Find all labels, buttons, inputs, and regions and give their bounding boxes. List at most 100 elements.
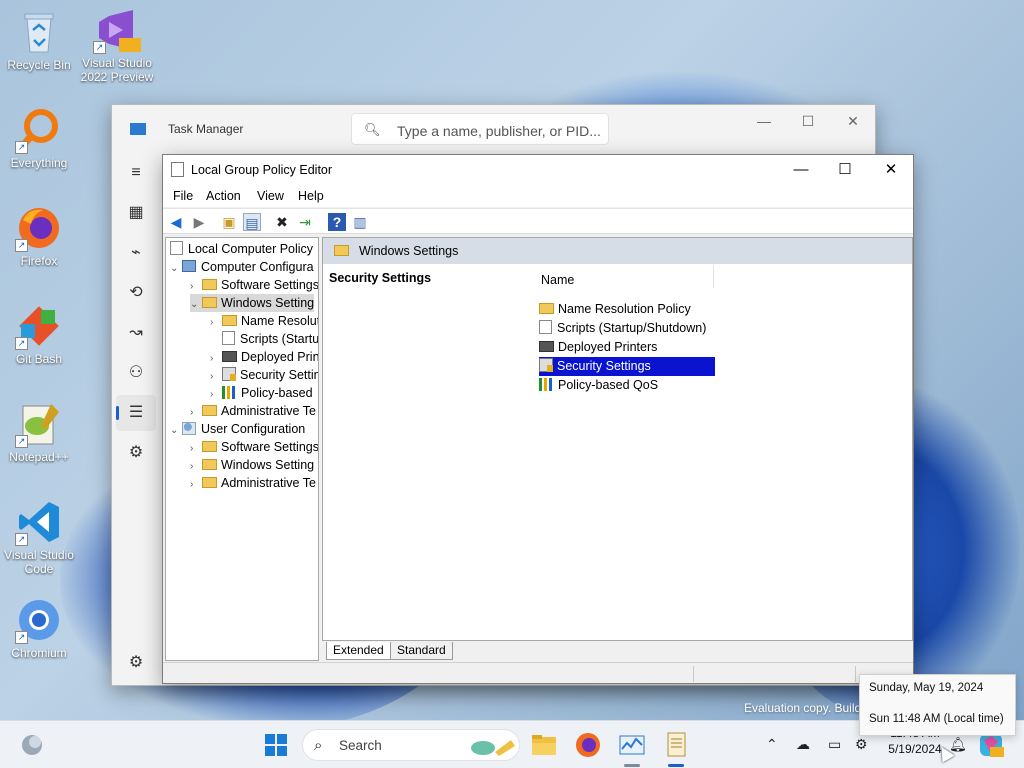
chevron-down-icon[interactable]: ⌄ [170, 260, 182, 278]
delete-icon[interactable]: ✖ [273, 213, 291, 231]
tree-item-label: Administrative Te [221, 404, 316, 418]
list-item-name-resolution-policy[interactable]: Name Resolution Policy [539, 300, 695, 319]
tree-item-name-resolution[interactable]: › Name Resolut [210, 312, 318, 330]
tree-item-user-windows-settings[interactable]: › Windows Setting [190, 456, 314, 474]
minimize-button[interactable]: — [783, 159, 819, 181]
folder-icon [202, 405, 217, 416]
tree-item-policy-based-qos[interactable]: › Policy-based [210, 384, 313, 402]
startup-apps-icon[interactable]: ↝ [116, 315, 156, 351]
desktop-icon-vscode[interactable]: ↗ Visual Studio Code [0, 498, 78, 576]
desktop-icon-label: Visual Studio 2022 Preview [80, 56, 154, 84]
title-bar[interactable]: Local Group Policy Editor — ☐ ✕ [163, 155, 913, 185]
firefox-icon: ↗ [15, 204, 63, 252]
processes-icon[interactable]: ▦ [116, 195, 156, 231]
settings-icon[interactable]: ⚙ [855, 736, 868, 753]
group-policy-editor-window[interactable]: Local Group Policy Editor — ☐ ✕ File Act… [162, 154, 914, 684]
tree-item-windows-settings[interactable]: ⌄ Windows Setting [190, 294, 315, 314]
tree-item-label: Scripts (Startu [240, 332, 319, 346]
desktop-icon-everything[interactable]: ↗ Everything [0, 106, 78, 170]
widgets-icon[interactable] [16, 729, 48, 761]
desktop-icon-notepad-plus-plus[interactable]: ↗ Notepad++ [0, 400, 78, 464]
tree-item-deployed-printers[interactable]: › Deployed Prin [210, 348, 318, 366]
tree-item-security-settings[interactable]: › Security Settin [210, 366, 318, 384]
help-icon[interactable]: ? [328, 213, 346, 231]
firefox-taskbar-icon[interactable] [572, 729, 604, 761]
tree-item-local-computer-policy[interactable]: Local Computer Policy [170, 240, 313, 258]
users-icon[interactable]: ⚇ [116, 355, 156, 391]
items-list[interactable]: Name Name Resolution Policy Scripts (Sta… [527, 264, 912, 640]
back-arrow-icon[interactable]: ◀ [167, 213, 185, 231]
hamburger-menu-icon[interactable]: ≡ [116, 155, 156, 191]
column-divider[interactable] [713, 266, 714, 288]
tree-item-user-configuration[interactable]: ⌄ User Configuration [170, 420, 305, 438]
tree-item-user-software-settings[interactable]: › Software Settings [190, 438, 319, 456]
menu-action[interactable]: Action [206, 189, 241, 203]
desktop-icon-recycle-bin[interactable]: Recycle Bin [0, 8, 78, 72]
group-policy-taskbar-icon[interactable] [660, 729, 692, 761]
list-item-label: Scripts (Startup/Shutdown) [557, 321, 707, 335]
search-icon: 🔍︎ [364, 122, 381, 137]
tab-standard[interactable]: Standard [390, 642, 453, 660]
tree-item-label: Software Settings [221, 440, 319, 454]
tree-item-label: Windows Setting [221, 458, 315, 472]
column-header-name[interactable]: Name [541, 273, 574, 287]
maximize-button[interactable]: ☐ [794, 113, 822, 133]
shortcut-arrow-icon: ↗ [15, 141, 28, 154]
taskbar-search-box[interactable]: ⌕ Search [302, 729, 520, 761]
tree-item-software-settings[interactable]: › Software Settings [190, 276, 318, 294]
up-folder-icon[interactable]: ▣ [220, 213, 238, 231]
visual-studio-icon: ↗ [93, 6, 141, 54]
details-icon[interactable]: ☰ [116, 395, 156, 431]
folder-icon [539, 303, 554, 314]
maximize-button[interactable]: ☐ [827, 159, 863, 181]
task-manager-taskbar-icon[interactable] [616, 729, 648, 761]
list-item-deployed-printers[interactable]: Deployed Printers [539, 338, 661, 357]
menu-view[interactable]: View [257, 189, 284, 203]
printer-icon [539, 341, 554, 352]
search-highlight-icon [471, 740, 515, 756]
export-list-icon[interactable]: ⇥ [296, 213, 314, 231]
tab-extended[interactable]: Extended [326, 642, 391, 660]
folder-icon [222, 315, 237, 326]
chevron-right-icon[interactable]: › [190, 476, 202, 494]
close-button[interactable]: ✕ [839, 113, 867, 133]
task-manager-search-input[interactable]: 🔍︎ Type a name, publisher, or PID... [351, 113, 609, 145]
tree-item-scripts[interactable]: Scripts (Startu [210, 330, 319, 348]
app-history-icon[interactable]: ⟲ [116, 275, 156, 311]
services-icon[interactable]: ⚙ [116, 435, 156, 471]
list-item-policy-based-qos[interactable]: Policy-based QoS [539, 376, 662, 395]
close-button[interactable]: ✕ [873, 159, 909, 181]
chevron-down-icon[interactable]: ⌄ [170, 422, 182, 440]
window-title: Local Group Policy Editor [191, 163, 333, 177]
desktop-icon-chromium[interactable]: ↗ Chromium [0, 596, 78, 660]
forward-arrow-icon[interactable]: ▶ [190, 213, 208, 231]
folder-icon [202, 441, 217, 452]
show-hide-tree-icon[interactable]: ▤ [243, 213, 261, 231]
properties-icon[interactable]: ▥ [351, 213, 369, 231]
security-settings-icon [539, 358, 553, 372]
file-explorer-icon[interactable] [528, 729, 560, 761]
settings-gear-icon[interactable]: ⚙ [116, 645, 156, 681]
performance-icon[interactable]: ⌁ [116, 235, 156, 271]
desktop-icon-git-bash[interactable]: ↗ Git Bash [0, 302, 78, 366]
tree-item-administrative-templates[interactable]: › Administrative Te [190, 402, 316, 420]
tree-item-computer-configuration[interactable]: ⌄ Computer Configura [170, 258, 314, 276]
tree-item-label: Local Computer Policy [188, 242, 314, 256]
display-icon[interactable]: ▭ [828, 736, 841, 753]
desktop-icon-firefox[interactable]: ↗ Firefox [0, 204, 78, 268]
search-placeholder: Type a name, publisher, or PID... [397, 123, 601, 139]
list-item-scripts[interactable]: Scripts (Startup/Shutdown) [539, 319, 710, 338]
minimize-button[interactable]: — [750, 113, 778, 133]
start-windows-icon[interactable] [260, 729, 292, 761]
network-disconnected-icon[interactable]: ☁ [796, 736, 810, 753]
tree-item-user-administrative-templates[interactable]: › Administrative Te [190, 474, 316, 492]
navigation-tree[interactable]: Local Computer Policy ⌄ Computer Configur… [165, 237, 319, 661]
chevron-up-icon[interactable]: ⌃ [766, 736, 778, 753]
desktop-icon-visual-studio-preview[interactable]: ↗ Visual Studio 2022 Preview [78, 6, 156, 84]
desktop-icon-label: Firefox [20, 254, 58, 268]
menu-help[interactable]: Help [298, 189, 324, 203]
menu-file[interactable]: File [173, 189, 193, 203]
list-item-security-settings[interactable]: Security Settings [539, 357, 715, 376]
chevron-down-icon[interactable]: ⌄ [190, 296, 202, 314]
folder-icon [202, 477, 217, 488]
